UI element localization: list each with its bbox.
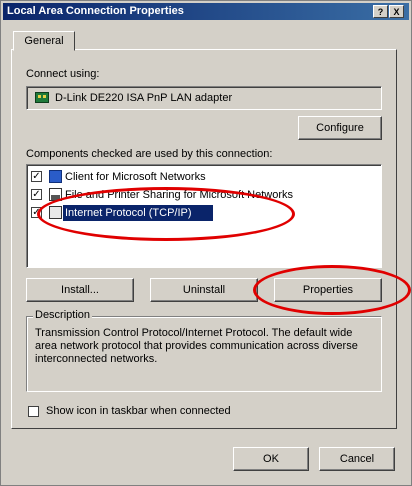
checkbox-tcpip[interactable]: ✓ bbox=[31, 207, 42, 218]
list-item-label: File and Printer Sharing for Microsoft N… bbox=[65, 189, 294, 201]
ok-button-label: OK bbox=[263, 453, 279, 465]
configure-button[interactable]: Configure bbox=[298, 116, 382, 140]
title-bar[interactable]: Local Area Connection Properties ? X bbox=[3, 3, 409, 20]
tab-general[interactable]: General bbox=[13, 31, 75, 51]
properties-button[interactable]: Properties bbox=[274, 278, 382, 302]
description-group: Description Transmission Control Protoco… bbox=[26, 309, 382, 392]
uninstall-button[interactable]: Uninstall bbox=[150, 278, 258, 302]
properties-button-label: Properties bbox=[302, 284, 354, 296]
show-icon-label: Show icon in taskbar when connected bbox=[46, 405, 231, 417]
cancel-button-label: Cancel bbox=[339, 453, 375, 465]
show-icon-checkbox[interactable] bbox=[28, 406, 39, 417]
components-label: Components checked are used by this conn… bbox=[26, 148, 273, 160]
components-list[interactable]: ✓ Client for Microsoft Networks ✓ File a… bbox=[26, 164, 382, 268]
window-title: Local Area Connection Properties bbox=[7, 5, 184, 17]
adapter-name: D-Link DE220 ISA PnP LAN adapter bbox=[55, 92, 233, 104]
install-button[interactable]: Install... bbox=[26, 278, 134, 302]
protocol-icon bbox=[49, 206, 62, 219]
list-item[interactable]: ✓ File and Printer Sharing for Microsoft… bbox=[31, 187, 377, 203]
ok-button[interactable]: OK bbox=[233, 447, 309, 471]
description-legend: Description bbox=[33, 309, 93, 321]
adapter-field: D-Link DE220 ISA PnP LAN adapter bbox=[26, 86, 382, 110]
checkbox-client[interactable]: ✓ bbox=[31, 171, 42, 182]
help-button[interactable]: ? bbox=[373, 5, 388, 18]
list-item-selected[interactable]: ✓ Internet Protocol (TCP/IP) bbox=[31, 205, 377, 221]
description-text: Transmission Control Protocol/Internet P… bbox=[35, 327, 358, 365]
uninstall-button-label: Uninstall bbox=[182, 284, 226, 296]
configure-button-label: Configure bbox=[316, 122, 364, 134]
close-button[interactable]: X bbox=[389, 5, 404, 18]
list-item-label: Internet Protocol (TCP/IP) bbox=[65, 207, 192, 219]
network-client-icon bbox=[49, 170, 62, 183]
install-button-label: Install... bbox=[61, 284, 99, 296]
list-item-label: Client for Microsoft Networks bbox=[65, 171, 206, 183]
cancel-button[interactable]: Cancel bbox=[319, 447, 395, 471]
general-tab-panel: Connect using: D-Link DE220 ISA PnP LAN … bbox=[11, 49, 397, 429]
network-adapter-icon bbox=[35, 92, 49, 103]
printer-sharing-icon bbox=[49, 188, 62, 201]
checkbox-file-printer[interactable]: ✓ bbox=[31, 189, 42, 200]
properties-dialog: Local Area Connection Properties ? X Gen… bbox=[0, 0, 412, 486]
list-item[interactable]: ✓ Client for Microsoft Networks bbox=[31, 169, 377, 185]
connect-using-label: Connect using: bbox=[26, 68, 100, 80]
